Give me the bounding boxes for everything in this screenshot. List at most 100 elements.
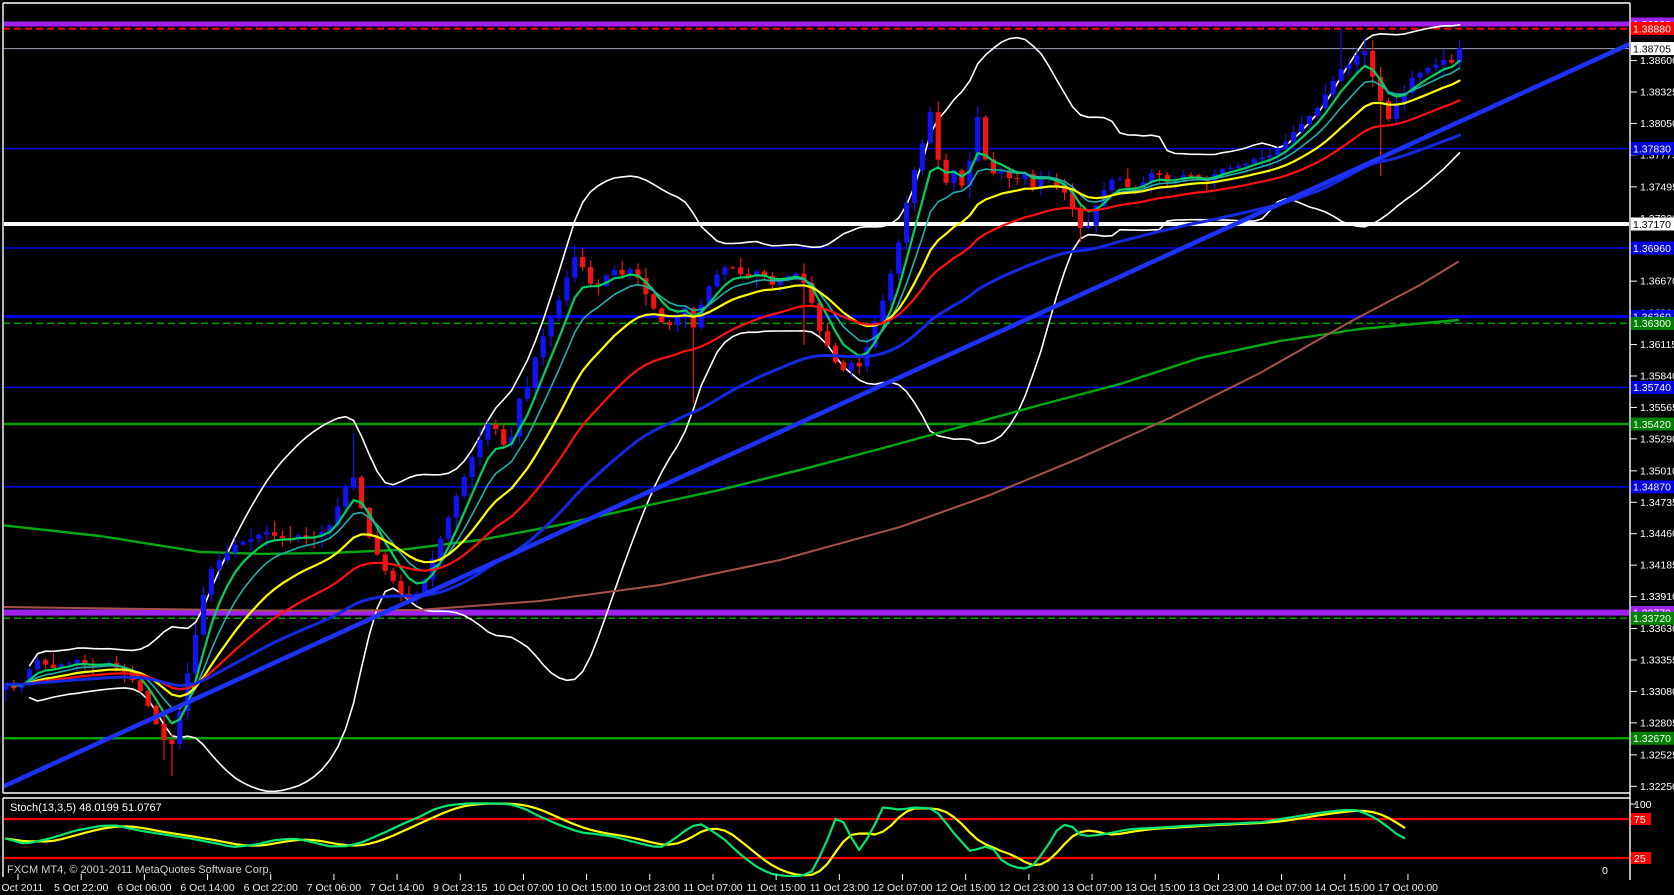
bull-candle-body bbox=[1291, 132, 1296, 142]
bull-candle-body bbox=[849, 363, 854, 370]
bear-candle-body bbox=[169, 740, 174, 744]
bull-candle-body bbox=[343, 487, 348, 506]
bull-candle-body bbox=[240, 542, 245, 545]
bull-candle-body bbox=[525, 388, 530, 399]
price-tick-label: 1.34185 bbox=[1640, 560, 1674, 572]
stoch-scale-label-75: 75 bbox=[1634, 814, 1646, 826]
trend-line[interactable] bbox=[0, 43, 1632, 788]
bear-candle-body bbox=[51, 665, 56, 668]
bear-candle-body bbox=[280, 536, 285, 538]
price-level-label-1.36300: 1.36300 bbox=[1631, 317, 1674, 330]
bull-candle-body bbox=[1315, 108, 1320, 116]
bull-candle-body bbox=[1354, 55, 1359, 65]
bull-candle-body bbox=[1441, 60, 1446, 65]
time-tick-label: 14 Oct 15:00 bbox=[1315, 882, 1375, 894]
price-tick-label: 1.37495 bbox=[1640, 181, 1674, 193]
panel-frames bbox=[3, 3, 1630, 880]
price-level-label-1.38705: 1.38705 bbox=[1631, 42, 1674, 55]
bull-candle-body bbox=[462, 477, 467, 496]
bull-candle-body bbox=[1283, 142, 1288, 150]
price-tick-label: 1.35840 bbox=[1640, 371, 1674, 383]
bull-candle-body bbox=[888, 273, 893, 300]
time-tick-label: 14 Oct 07:00 bbox=[1252, 882, 1312, 894]
bull-candle-body bbox=[556, 300, 561, 318]
bear-candle-body bbox=[1449, 60, 1454, 63]
stochastic-indicator-label: Stoch(13,3,5) 48.0199 51.0767 bbox=[10, 802, 162, 814]
bear-candle-body bbox=[501, 429, 506, 445]
bull-candle-body bbox=[1267, 155, 1272, 157]
stoch-scale[interactable]: 10075250 bbox=[1602, 799, 1652, 877]
ma-green-long bbox=[0, 320, 1458, 554]
bull-candle-body bbox=[1362, 51, 1367, 55]
copyright-text: FXCM MT4, © 2001-2011 MetaQuotes Softwar… bbox=[7, 864, 272, 876]
price-tick-label: 1.38600 bbox=[1640, 55, 1674, 67]
time-tick-label: 7 Oct 14:00 bbox=[370, 882, 424, 894]
ma-red bbox=[6, 100, 1460, 689]
price-level-label-1.38880: 1.38880 bbox=[1631, 22, 1674, 35]
time-axis[interactable]: 5 Oct 20115 Oct 22:006 Oct 06:006 Oct 14… bbox=[0, 874, 1438, 894]
bear-candle-body bbox=[272, 532, 277, 536]
bull-candle-body bbox=[549, 318, 554, 336]
bull-candle-body bbox=[928, 112, 933, 143]
bull-candle-body bbox=[1339, 69, 1344, 81]
svg-text:1.35740: 1.35740 bbox=[1633, 382, 1671, 394]
price-level-label-1.36960: 1.36960 bbox=[1631, 242, 1674, 255]
bull-candle-body bbox=[541, 336, 546, 357]
bear-candle-body bbox=[651, 294, 656, 308]
time-tick-label: 5 Oct 22:00 bbox=[54, 882, 108, 894]
bull-candle-body bbox=[209, 569, 214, 595]
bear-candle-body bbox=[146, 691, 151, 706]
time-tick-label: 11 Oct 23:00 bbox=[810, 882, 870, 894]
time-tick-label: 17 Oct 00:00 bbox=[1378, 882, 1438, 894]
bear-candle-body bbox=[43, 660, 48, 664]
price-tick-label: 1.34735 bbox=[1640, 497, 1674, 509]
bull-candle-body bbox=[1433, 65, 1438, 68]
bull-candle-body bbox=[201, 595, 206, 635]
bull-candle-body bbox=[485, 424, 490, 440]
bear-candle-body bbox=[1078, 208, 1083, 228]
bear-candle-body bbox=[588, 267, 593, 283]
time-tick-label: 11 Oct 15:00 bbox=[746, 882, 806, 894]
price-scale[interactable]: 1.386001.383251.380501.377751.374951.372… bbox=[1630, 18, 1674, 793]
time-tick-label: 10 Oct 15:00 bbox=[557, 882, 617, 894]
bull-candle-body bbox=[675, 317, 680, 326]
svg-text:1.38705: 1.38705 bbox=[1633, 43, 1671, 55]
bull-candle-body bbox=[1331, 81, 1336, 95]
bull-candle-body bbox=[920, 143, 925, 170]
bull-candle-body bbox=[1346, 65, 1351, 69]
bear-candle-body bbox=[1157, 173, 1162, 175]
bull-candle-body bbox=[533, 357, 538, 387]
bull-candle-body bbox=[248, 539, 253, 542]
bear-candle-body bbox=[857, 363, 862, 367]
ma-fast-green bbox=[6, 61, 1460, 724]
bull-candle-body bbox=[35, 660, 40, 669]
price-level-label-1.35740: 1.35740 bbox=[1631, 381, 1674, 394]
main-chart-panel[interactable] bbox=[0, 24, 1632, 791]
svg-text:1.33720: 1.33720 bbox=[1633, 613, 1671, 625]
price-tick-label: 1.34460 bbox=[1640, 528, 1674, 540]
price-tick-label: 1.33910 bbox=[1640, 591, 1674, 603]
bull-candle-body bbox=[1299, 124, 1304, 132]
horizontal-level-lines[interactable] bbox=[3, 24, 1630, 738]
bull-candle-body bbox=[1307, 116, 1312, 124]
bear-candle-body bbox=[580, 257, 585, 267]
bull-candle-body bbox=[1260, 157, 1265, 159]
svg-text:1.38880: 1.38880 bbox=[1633, 23, 1671, 35]
bear-candle-body bbox=[161, 724, 166, 740]
svg-text:1.35420: 1.35420 bbox=[1633, 419, 1671, 431]
bull-candle-body bbox=[438, 539, 443, 559]
chart-canvas[interactable]: 1.386001.383251.380501.377751.374951.372… bbox=[0, 0, 1674, 895]
price-tick-label: 1.36115 bbox=[1640, 339, 1674, 351]
bear-candle-body bbox=[1015, 178, 1020, 179]
bull-candle-body bbox=[225, 553, 230, 561]
time-tick-label: 10 Oct 07:00 bbox=[493, 882, 553, 894]
svg-text:1.34870: 1.34870 bbox=[1633, 482, 1671, 494]
price-level-label-1.37830: 1.37830 bbox=[1631, 142, 1674, 155]
time-tick-label: 9 Oct 23:15 bbox=[433, 882, 487, 894]
time-tick-label: 6 Oct 14:00 bbox=[180, 882, 234, 894]
bear-candle-body bbox=[493, 424, 498, 429]
bear-candle-body bbox=[620, 270, 625, 275]
price-tick-label: 1.38050 bbox=[1640, 118, 1674, 130]
bull-candle-body bbox=[75, 660, 80, 663]
price-level-label-1.33720: 1.33720 bbox=[1631, 612, 1674, 625]
